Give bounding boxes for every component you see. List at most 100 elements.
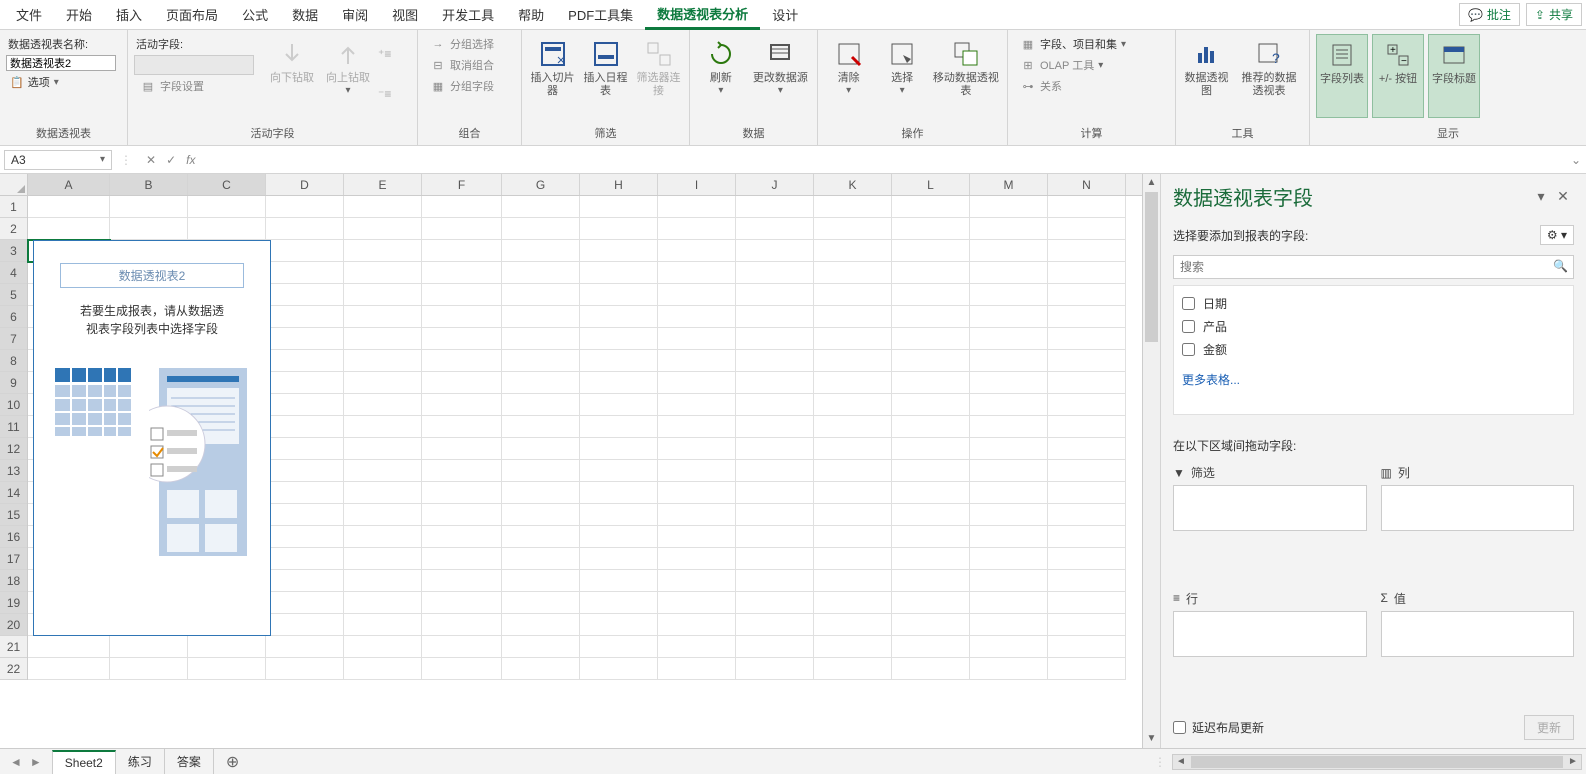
sheet-nav-next-icon[interactable]: ► [30,755,42,769]
search-icon[interactable]: 🔍 [1553,259,1568,273]
row-header-6[interactable]: 6 [0,306,27,328]
field-checkbox-date[interactable]: 日期 [1180,292,1567,315]
formula-expand-icon[interactable]: ⌄ [1566,153,1586,167]
col-header-L[interactable]: L [892,174,970,195]
hscroll-left-icon[interactable]: ◄ [1173,756,1189,767]
col-header-F[interactable]: F [422,174,502,195]
col-header-B[interactable]: B [110,174,188,195]
field-checkbox-amount[interactable]: 金额 [1180,338,1567,361]
row-header-1[interactable]: 1 [0,196,27,218]
sidebar-search-input[interactable] [1173,255,1574,279]
hscroll-thumb[interactable] [1191,756,1563,768]
tab-pdf[interactable]: PDF工具集 [556,1,645,28]
tab-file[interactable]: 文件 [4,1,54,28]
row-header-2[interactable]: 2 [0,218,27,240]
row-header-13[interactable]: 13 [0,460,27,482]
row-header-4[interactable]: 4 [0,262,27,284]
sheet-tab-2[interactable]: 答案 [165,749,214,774]
scroll-down-icon[interactable]: ▼ [1143,730,1160,748]
fieldlist-toggle[interactable]: 字段列表 [1316,34,1368,118]
share-button[interactable]: ⇪共享 [1526,3,1582,26]
tab-layout[interactable]: 页面布局 [154,1,230,28]
tab-review[interactable]: 审阅 [330,1,380,28]
plusminus-toggle[interactable]: +− +/- 按钮 [1372,34,1424,118]
scroll-up-icon[interactable]: ▲ [1143,174,1160,192]
refresh-button[interactable]: 刷新▾ [696,34,746,118]
row-header-3[interactable]: 3 [0,240,27,262]
fx-icon[interactable]: fx [186,153,195,167]
area-filter[interactable]: ▼筛选 [1173,464,1367,580]
row-header-19[interactable]: 19 [0,592,27,614]
insert-timeline-button[interactable]: 插入日程表 [581,34,630,118]
col-header-N[interactable]: N [1048,174,1126,195]
clear-button[interactable]: 清除▾ [824,34,873,118]
scroll-thumb[interactable] [1145,192,1158,342]
sheet-tab-0[interactable]: Sheet2 [52,750,116,774]
col-header-A[interactable]: A [28,174,110,195]
row-header-12[interactable]: 12 [0,438,27,460]
formula-input[interactable] [205,151,1566,169]
name-box[interactable]: A3▾ [4,150,112,170]
col-header-M[interactable]: M [970,174,1048,195]
field-settings-button[interactable]: ▤ 字段设置 [134,76,262,96]
pivottable-placeholder[interactable]: 数据透视表2 若要生成报表，请从数据透 视表字段列表中选择字段 [33,240,271,636]
fields-items-sets-button[interactable]: ▦字段、项目和集 ▾ [1014,34,1132,54]
row-header-22[interactable]: 22 [0,658,27,680]
tab-pivot-analyze[interactable]: 数据透视表分析 [645,0,760,30]
col-header-C[interactable]: C [188,174,266,195]
sidebar-field-list[interactable]: 日期 产品 金额 更多表格... [1173,285,1574,415]
select-button[interactable]: 选择▾ [877,34,926,118]
move-pivottable-button[interactable]: 移动数据透视表 [931,34,1001,118]
tab-help[interactable]: 帮助 [506,1,556,28]
pt-options-button[interactable]: 📋 选项▾ [6,72,121,92]
tab-formula[interactable]: 公式 [230,1,280,28]
cancel-icon[interactable]: ✕ [146,153,156,167]
row-header-5[interactable]: 5 [0,284,27,306]
insert-slicer-button[interactable]: 插入切片器 [528,34,577,118]
row-header-16[interactable]: 16 [0,526,27,548]
hscroll-right-icon[interactable]: ► [1565,756,1581,767]
col-header-K[interactable]: K [814,174,892,195]
tab-home[interactable]: 开始 [54,1,104,28]
change-datasource-button[interactable]: 更改数据源▾ [750,34,811,118]
update-button[interactable]: 更新 [1524,715,1574,740]
col-header-J[interactable]: J [736,174,814,195]
row-header-20[interactable]: 20 [0,614,27,636]
col-header-D[interactable]: D [266,174,344,195]
tab-view[interactable]: 视图 [380,1,430,28]
row-header-9[interactable]: 9 [0,372,27,394]
add-sheet-button[interactable]: ⊕ [214,752,251,772]
row-header-14[interactable]: 14 [0,482,27,504]
active-field-box[interactable] [134,55,254,75]
enter-icon[interactable]: ✓ [166,153,176,167]
col-header-I[interactable]: I [658,174,736,195]
more-tables-link[interactable]: 更多表格... [1180,371,1567,388]
row-header-8[interactable]: 8 [0,350,27,372]
tab-design[interactable]: 设计 [760,1,810,28]
tab-data[interactable]: 数据 [280,1,330,28]
sheet-nav-prev-icon[interactable]: ◄ [10,755,22,769]
expand-icon[interactable]: ⁺≡ [378,47,391,61]
fieldheaders-toggle[interactable]: 字段标题 [1428,34,1480,118]
tab-insert[interactable]: 插入 [104,1,154,28]
field-checkbox-product[interactable]: 产品 [1180,315,1567,338]
row-header-15[interactable]: 15 [0,504,27,526]
pt-name-input[interactable] [6,55,116,71]
sidebar-gear-button[interactable]: ⚙ ▾ [1540,225,1574,245]
defer-layout-checkbox[interactable]: 延迟布局更新 [1173,719,1264,736]
area-values[interactable]: Σ值 [1381,590,1575,706]
area-columns[interactable]: ▥列 [1381,464,1575,580]
select-all-corner[interactable] [0,174,28,195]
col-header-G[interactable]: G [502,174,580,195]
sidebar-dd-icon[interactable]: ▾ [1530,188,1552,205]
row-header-10[interactable]: 10 [0,394,27,416]
sheet-tab-1[interactable]: 练习 [116,749,165,774]
sidebar-close-icon[interactable]: ✕ [1552,188,1574,205]
row-header-7[interactable]: 7 [0,328,27,350]
row-header-11[interactable]: 11 [0,416,27,438]
row-header-18[interactable]: 18 [0,570,27,592]
cells[interactable]: 数据透视表2 若要生成报表，请从数据透 视表字段列表中选择字段 [28,196,1142,680]
row-header-21[interactable]: 21 [0,636,27,658]
recommend-pivot-button[interactable]: ? 推荐的数据透视表 [1235,34,1303,118]
collapse-icon[interactable]: ⁻≡ [378,87,391,101]
